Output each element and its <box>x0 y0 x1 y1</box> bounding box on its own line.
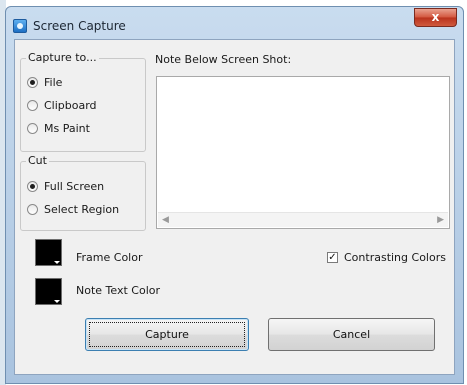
dialog-client-area: Capture to... File Clipboard Ms Paint Cu… <box>14 39 455 375</box>
radio-full-screen[interactable]: Full Screen <box>27 178 104 194</box>
note-text-color-label: Note Text Color <box>76 284 160 297</box>
contrasting-colors-label: Contrasting Colors <box>344 251 446 264</box>
radio-ms-paint[interactable]: Ms Paint <box>27 120 90 136</box>
radio-select-region-label: Select Region <box>44 202 120 216</box>
cancel-button[interactable]: Cancel <box>268 318 435 351</box>
radio-clipboard[interactable]: Clipboard <box>27 97 97 113</box>
cut-group: Cut Full Screen Select Region <box>20 154 146 231</box>
note-horizontal-scrollbar[interactable]: ◀ ▶ <box>158 212 448 227</box>
cut-label: Cut <box>26 154 49 167</box>
radio-ms-paint-indicator[interactable] <box>27 122 38 134</box>
cancel-button-label: Cancel <box>332 328 371 341</box>
dropdown-arrow-icon <box>54 300 60 303</box>
note-textarea[interactable]: ◀ ▶ <box>156 76 450 229</box>
radio-select-region[interactable]: Select Region <box>27 201 119 217</box>
scroll-left-arrow-icon[interactable]: ◀ <box>162 215 169 225</box>
focus-rectangle <box>89 322 245 347</box>
radio-clipboard-indicator[interactable] <box>27 99 38 111</box>
dropdown-arrow-icon <box>54 261 60 264</box>
note-label: Note Below Screen Shot: <box>155 53 292 66</box>
radio-full-screen-indicator[interactable] <box>27 180 38 192</box>
radio-ms-paint-label: Ms Paint <box>44 121 90 135</box>
frame-color-swatch[interactable] <box>35 239 62 266</box>
frame-color-label: Frame Color <box>76 251 143 264</box>
capture-to-group: Capture to... File Clipboard Ms Paint <box>20 51 146 152</box>
camera-app-icon <box>13 19 27 33</box>
capture-to-label: Capture to... <box>26 51 99 64</box>
note-text-color-swatch[interactable] <box>35 278 62 305</box>
close-button[interactable]: x <box>414 8 457 27</box>
contrasting-colors-checkbox[interactable]: ✓ <box>327 252 338 263</box>
title-bar[interactable]: Screen Capture x <box>6 7 463 39</box>
window-title: Screen Capture <box>33 19 126 33</box>
radio-full-screen-label: Full Screen <box>44 179 105 193</box>
scroll-right-arrow-icon[interactable]: ▶ <box>437 215 444 225</box>
radio-select-region-indicator[interactable] <box>27 203 38 215</box>
capture-button[interactable]: Capture <box>85 318 249 351</box>
radio-file-indicator[interactable] <box>27 76 38 88</box>
radio-file[interactable]: File <box>27 74 62 90</box>
radio-clipboard-label: Clipboard <box>44 98 97 112</box>
screen-capture-dialog: Screen Capture x Capture to... File Clip… <box>5 6 464 384</box>
radio-file-label: File <box>44 75 63 89</box>
